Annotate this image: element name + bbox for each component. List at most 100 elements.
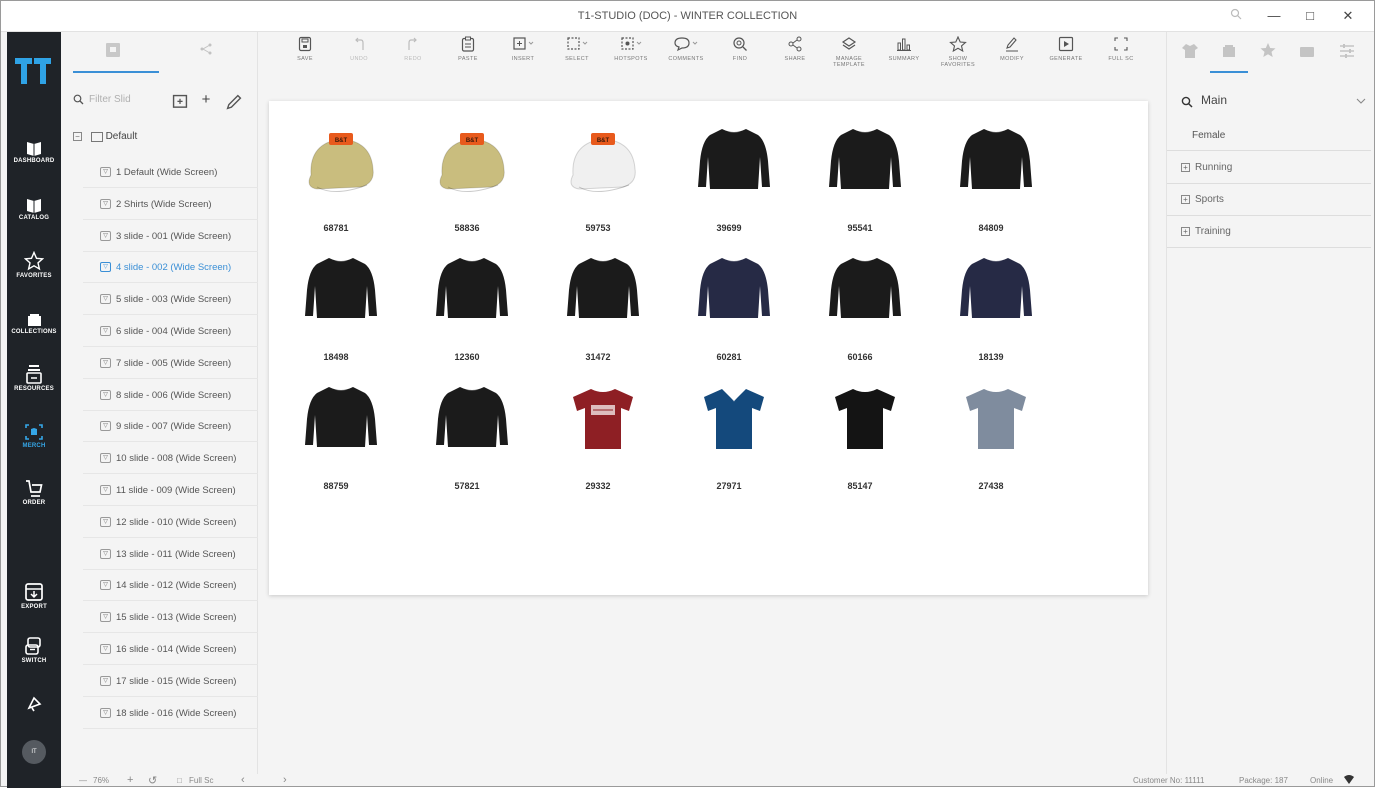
product-tile[interactable]: 84809 <box>936 109 1046 233</box>
slide-item[interactable]: ▽ 9 slide - 007 (Wide Screen) <box>83 410 258 443</box>
category-item[interactable]: + Running <box>1167 152 1371 184</box>
expand-icon[interactable]: + <box>1181 227 1190 236</box>
slides-tab[interactable] <box>105 42 125 62</box>
slide-item[interactable]: ▽ 5 slide - 003 (Wide Screen) <box>83 283 258 316</box>
share-icon <box>200 43 212 55</box>
add-slide-button[interactable]: + <box>197 91 215 109</box>
product-tile[interactable]: 57821 <box>412 367 522 491</box>
close-button[interactable]: ✕ <box>1337 6 1359 26</box>
nav-switch[interactable]: SWITCH <box>7 636 61 688</box>
undo-button[interactable]: UNDO <box>333 36 385 76</box>
generate-button[interactable]: GENERATE <box>1040 36 1092 76</box>
slide-item[interactable]: ▽ 18 slide - 016 (Wide Screen) <box>83 697 258 729</box>
filter-selected-label: Female <box>1192 130 1226 141</box>
expand-icon[interactable]: + <box>1181 163 1190 172</box>
share-button[interactable]: SHARE <box>769 36 821 76</box>
add-section-icon[interactable] <box>171 93 189 111</box>
paste-button[interactable]: PASTE <box>442 36 494 76</box>
shirt-tab-icon[interactable] <box>1181 42 1199 60</box>
slide-item[interactable]: ▽ 12 slide - 010 (Wide Screen) <box>83 506 258 538</box>
nav-order[interactable]: ORDER <box>7 478 61 530</box>
slide-filter-input[interactable]: Filter Slid <box>89 94 131 105</box>
share-tab[interactable] <box>199 42 219 62</box>
product-tile[interactable]: 88759 <box>281 367 391 491</box>
full-screen-label[interactable]: Full Sc <box>189 776 213 785</box>
slide-item[interactable]: ▽ 13 slide - 011 (Wide Screen) <box>83 538 258 570</box>
slide-group-default[interactable]: − Default <box>73 131 137 147</box>
nav-dashboard[interactable]: DASHBOARD <box>7 140 61 192</box>
show-favorites-button[interactable]: SHOW FAVORITES <box>932 36 984 76</box>
slide-item[interactable]: ▽ 16 slide - 014 (Wide Screen) <box>83 633 258 665</box>
modify-button[interactable]: MODIFY <box>986 36 1038 76</box>
fit-icon[interactable]: □ <box>177 776 182 785</box>
find-button[interactable]: FIND <box>714 36 766 76</box>
nav-catalog[interactable]: CATALOG <box>7 197 61 249</box>
slide-item[interactable]: ▽ 15 slide - 013 (Wide Screen) <box>83 601 258 634</box>
slide-item[interactable]: ▽ 11 slide - 009 (Wide Screen) <box>83 474 258 506</box>
collapse-icon[interactable]: − <box>73 132 82 141</box>
nav-export[interactable]: EXPORT <box>7 582 61 634</box>
slide-item[interactable]: ▽ 17 slide - 015 (Wide Screen) <box>83 665 258 697</box>
filter-search[interactable]: Main <box>1181 92 1367 112</box>
insert-button[interactable]: INSERT <box>497 36 549 76</box>
zoom-out-button[interactable]: — <box>79 776 87 785</box>
full-screen-button[interactable]: FULL SC <box>1095 36 1147 76</box>
reset-zoom-icon[interactable]: ↺ <box>148 774 157 787</box>
slide-item[interactable]: ▽ 3 slide - 001 (Wide Screen) <box>83 220 258 252</box>
prev-slide-button[interactable]: ‹ <box>241 774 245 786</box>
slide-item[interactable]: ▽ 6 slide - 004 (Wide Screen) <box>83 315 258 347</box>
product-tile[interactable]: 29332 <box>543 367 653 491</box>
slide-item[interactable]: ▽ 8 slide - 006 (Wide Screen) <box>83 379 258 411</box>
category-item[interactable]: + Sports <box>1167 184 1371 216</box>
slide-item[interactable]: ▽ 7 slide - 005 (Wide Screen) <box>83 347 258 379</box>
box-tab-icon[interactable] <box>1298 42 1316 60</box>
slide-item[interactable]: ▽ 14 slide - 012 (Wide Screen) <box>83 569 258 602</box>
save-button[interactable]: SAVE <box>279 36 331 76</box>
avatar[interactable]: IT <box>22 740 46 764</box>
slide-canvas[interactable]: B&T 68781 B&T 58836 B&T 59753 39699 95541 84809 1… <box>269 101 1148 595</box>
product-tile[interactable]: 60281 <box>674 238 784 362</box>
comments-button[interactable]: COMMENTS <box>660 36 712 76</box>
settings-tab-icon[interactable] <box>1338 42 1356 60</box>
product-tile[interactable]: B&T 59753 <box>543 109 653 233</box>
product-tile[interactable]: 85147 <box>805 367 915 491</box>
filter-selected[interactable]: Female <box>1167 120 1371 151</box>
category-item[interactable]: + Training <box>1167 216 1371 248</box>
edit-icon[interactable] <box>225 93 243 111</box>
minimize-button[interactable]: — <box>1263 6 1285 26</box>
product-tile[interactable]: 39699 <box>674 109 784 233</box>
expand-icon[interactable]: + <box>1181 195 1190 204</box>
hotspots-button[interactable]: HOTSPOTS <box>605 36 657 76</box>
star-tab-icon[interactable] <box>1259 42 1277 60</box>
zoom-in-button[interactable]: + <box>127 774 133 786</box>
product-tile[interactable]: 18139 <box>936 238 1046 362</box>
slide-item[interactable]: ▽ 10 slide - 008 (Wide Screen) <box>83 442 258 475</box>
next-slide-button[interactable]: › <box>283 774 287 786</box>
product-tile[interactable]: 18498 <box>281 238 391 362</box>
select-button[interactable]: SELECT <box>551 36 603 76</box>
product-image: B&T <box>439 133 505 192</box>
manage-template-button[interactable]: MANAGE TEMPLATE <box>823 36 875 76</box>
product-tile[interactable]: B&T 68781 <box>281 109 391 233</box>
nav-collections[interactable]: COLLECTIONS <box>7 313 61 365</box>
slide-item[interactable]: ▽ 1 Default (Wide Screen) <box>83 156 258 188</box>
summary-button[interactable]: SUMMARY <box>878 36 930 76</box>
product-tile[interactable]: 95541 <box>805 109 915 233</box>
slide-item[interactable]: ▽ 4 slide - 002 (Wide Screen) <box>83 251 258 284</box>
product-tile[interactable]: 27971 <box>674 367 784 491</box>
maximize-button[interactable]: □ <box>1299 6 1321 26</box>
chevron-down-icon[interactable] <box>1355 97 1367 105</box>
search-icon[interactable] <box>1225 6 1247 26</box>
nav-resources[interactable]: RESOURCES <box>7 364 61 416</box>
redo-button[interactable]: REDO <box>387 36 439 76</box>
product-tile[interactable]: B&T 58836 <box>412 109 522 233</box>
slide-icon: ▽ <box>100 675 111 686</box>
slide-item[interactable]: ▽ 2 Shirts (Wide Screen) <box>83 188 258 220</box>
product-tile[interactable]: 12360 <box>412 238 522 362</box>
nav-favorites[interactable]: FAVORITES <box>7 251 61 303</box>
product-tile[interactable]: 60166 <box>805 238 915 362</box>
nav-merch[interactable]: MERCH <box>7 423 61 475</box>
product-tile[interactable]: 27438 <box>936 367 1046 491</box>
collections-tab-icon[interactable] <box>1220 42 1238 60</box>
product-tile[interactable]: 31472 <box>543 238 653 362</box>
